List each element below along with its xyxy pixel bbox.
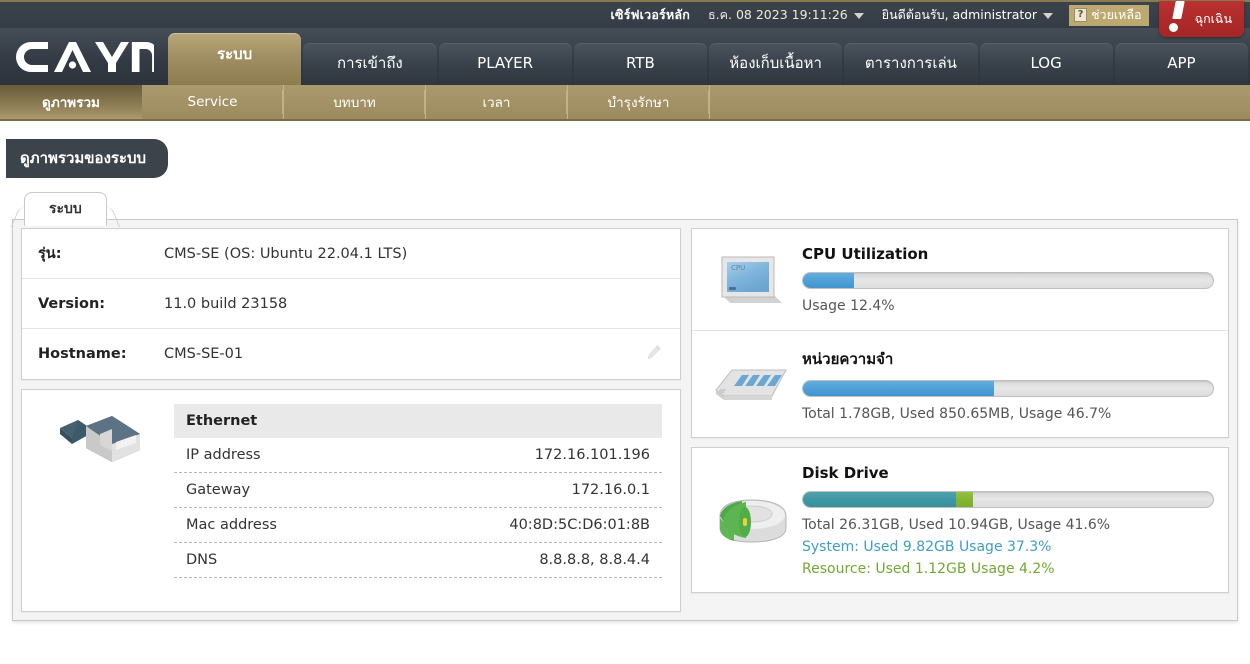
nav-tab-player[interactable]: PLAYER: [438, 43, 572, 85]
cpu-progress-fill: [803, 273, 854, 288]
ethernet-row-gateway: Gateway 172.16.0.1: [174, 473, 662, 508]
chevron-down-icon: [1043, 13, 1054, 19]
svg-text:CPU: CPU: [731, 264, 745, 272]
welcome-label: ยินดีต้อนรับ, administrator: [881, 7, 1038, 22]
nav-tab-system[interactable]: ระบบ: [168, 33, 302, 85]
row-value: 172.16.0.1: [571, 482, 650, 498]
ethernet-row-ip: IP address 172.16.101.196: [174, 438, 662, 473]
memory-title: หน่วยความจำ: [802, 349, 894, 368]
nav-tab-access[interactable]: การเข้าถึง: [303, 43, 437, 85]
row-value: 40:8D:5C:D6:01:8B: [509, 517, 650, 533]
row-label: IP address: [186, 447, 261, 463]
info-label: Version:: [38, 295, 106, 312]
subnav-item-time[interactable]: เวลา: [426, 85, 568, 119]
sub-navigation-bar: ดูภาพรวม Service บทบาท เวลา บำรุงรักษา: [0, 85, 1250, 121]
question-mark-icon: ?: [1074, 7, 1088, 22]
ethernet-row-mac: Mac address 40:8D:5C:D6:01:8B: [174, 508, 662, 543]
memory-usage-text: Total 1.78GB, Used 850.65MB, Usage 46.7%: [802, 405, 1112, 422]
exclamation-icon: [1167, 4, 1189, 34]
help-button[interactable]: ? ช่วยเหลือ: [1069, 4, 1149, 26]
system-info-card: รุ่น: CMS-SE (OS: Ubuntu 22.04.1 LTS) Ve…: [21, 228, 681, 380]
nav-tab-content-library[interactable]: ห้องเก็บเนื้อหา: [709, 43, 843, 85]
memory-metric: หน่วยความจำ Total 1.78GB, Used 850.65MB,…: [692, 329, 1228, 438]
hard-drive-icon: [702, 462, 802, 580]
cpu-title: CPU Utilization: [802, 245, 929, 263]
nav-tab-list: ระบบ การเข้าถึง PLAYER RTB ห้องเก็บเนื้อ…: [168, 28, 1250, 85]
disk-drive-card: Disk Drive Total 26.31GB, Used 10.94GB, …: [691, 447, 1229, 594]
top-status-bar: เซิร์ฟเวอร์หลัก ธ.ค. 08 2023 19:11:26 ยิ…: [0, 0, 1250, 37]
chevron-down-icon: [853, 13, 864, 19]
left-column: รุ่น: CMS-SE (OS: Ubuntu 22.04.1 LTS) Ve…: [21, 228, 681, 612]
datetime-label: ธ.ค. 08 2023 19:11:26: [708, 7, 848, 22]
cpu-metric: CPU CPU Utilization Usage 12.4%: [692, 229, 1228, 330]
info-value: CMS-SE (OS: Ubuntu 22.04.1 LTS): [164, 245, 408, 262]
info-label: Hostname:: [38, 346, 127, 362]
cayin-logo[interactable]: [0, 28, 168, 85]
resource-usage-card: CPU CPU Utilization Usage 12.4% หน่วยควา…: [691, 228, 1229, 439]
cpu-progress-bar: [802, 272, 1214, 289]
subnav-item-maintenance[interactable]: บำรุงรักษา: [568, 85, 710, 119]
page-content: ดูภาพรวมของระบบ ระบบ รุ่น: CMS-SE (OS: U…: [0, 121, 1250, 621]
row-label: Mac address: [186, 517, 277, 533]
nav-tab-rtb[interactable]: RTB: [573, 43, 707, 85]
disk-system-text: System: Used 9.82GB Usage 37.3%: [802, 539, 1052, 556]
info-value: CMS-SE-01: [164, 346, 244, 362]
row-label: Gateway: [186, 482, 251, 498]
info-row-model: รุ่น: CMS-SE (OS: Ubuntu 22.04.1 LTS): [22, 229, 680, 279]
memory-progress-bar: [802, 379, 1214, 397]
nav-tab-log[interactable]: LOG: [979, 43, 1113, 85]
rj45-cable-icon: [34, 404, 174, 601]
nav-tab-playlist[interactable]: ตารางการเล่น: [844, 43, 978, 85]
info-row-hostname: Hostname: CMS-SE-01: [22, 329, 680, 379]
row-value: 172.16.101.196: [534, 447, 650, 463]
main-navigation-bar: ระบบ การเข้าถึง PLAYER RTB ห้องเก็บเนื้อ…: [0, 28, 1250, 85]
disk-resource-text: Resource: Used 1.12GB Usage 4.2%: [802, 560, 1055, 577]
info-value: 11.0 build 23158: [164, 295, 288, 312]
page-title: ดูภาพรวมของระบบ: [6, 139, 169, 178]
info-label: รุ่น:: [38, 246, 62, 262]
emergency-button[interactable]: ฉุกเฉิน: [1158, 1, 1244, 37]
disk-system-fill: [803, 492, 956, 508]
row-value: 8.8.8.8, 8.8.4.4: [539, 552, 650, 568]
memory-module-icon: [702, 345, 802, 426]
memory-body: หน่วยความจำ Total 1.78GB, Used 850.65MB,…: [802, 345, 1214, 426]
disk-progress-bar: [802, 491, 1214, 509]
subnav-item-overview[interactable]: ดูภาพรวม: [0, 85, 142, 119]
nav-tab-app[interactable]: APP: [1114, 43, 1248, 85]
ethernet-details: Ethernet IP address 172.16.101.196 Gatew…: [174, 404, 668, 601]
content-tab-strip: ระบบ: [24, 192, 1250, 226]
disk-metric: Disk Drive Total 26.31GB, Used 10.94GB, …: [692, 448, 1228, 592]
cpu-usage-text: Usage 12.4%: [802, 298, 895, 314]
disk-total-text: Total 26.31GB, Used 10.94GB, Usage 41.6%: [802, 517, 1111, 534]
disk-body: Disk Drive Total 26.31GB, Used 10.94GB, …: [802, 462, 1214, 580]
help-label: ช่วยเหลือ: [1091, 6, 1142, 22]
disk-title: Disk Drive: [802, 464, 889, 483]
info-row-version: Version: 11.0 build 23158: [22, 279, 680, 329]
ethernet-row-dns: DNS 8.8.8.8, 8.8.4.4: [174, 543, 662, 578]
subnav-item-role[interactable]: บทบาท: [284, 85, 426, 119]
cayin-logo-icon: [16, 41, 154, 72]
server-name: เซิร์ฟเวอร์หลัก: [610, 7, 691, 22]
ethernet-title: Ethernet: [174, 404, 662, 438]
memory-progress-fill: [803, 380, 995, 396]
emergency-label: ฉุกเฉิน: [1194, 11, 1232, 26]
disk-resource-fill: [955, 492, 974, 508]
right-column: CPU CPU Utilization Usage 12.4% หน่วยควา…: [691, 228, 1229, 612]
datetime-dropdown[interactable]: ธ.ค. 08 2023 19:11:26: [708, 5, 864, 25]
subnav-item-service[interactable]: Service: [142, 85, 284, 119]
user-menu[interactable]: ยินดีต้อนรับ, administrator: [881, 5, 1054, 25]
overview-panel: รุ่น: CMS-SE (OS: Ubuntu 22.04.1 LTS) Ve…: [12, 219, 1238, 621]
tab-system[interactable]: ระบบ: [24, 192, 107, 226]
ethernet-card: Ethernet IP address 172.16.101.196 Gatew…: [21, 389, 681, 612]
cpu-body: CPU Utilization Usage 12.4%: [802, 243, 1214, 318]
cpu-chip-icon: CPU: [702, 243, 802, 318]
pencil-icon[interactable]: [646, 344, 662, 364]
row-label: DNS: [186, 552, 218, 568]
